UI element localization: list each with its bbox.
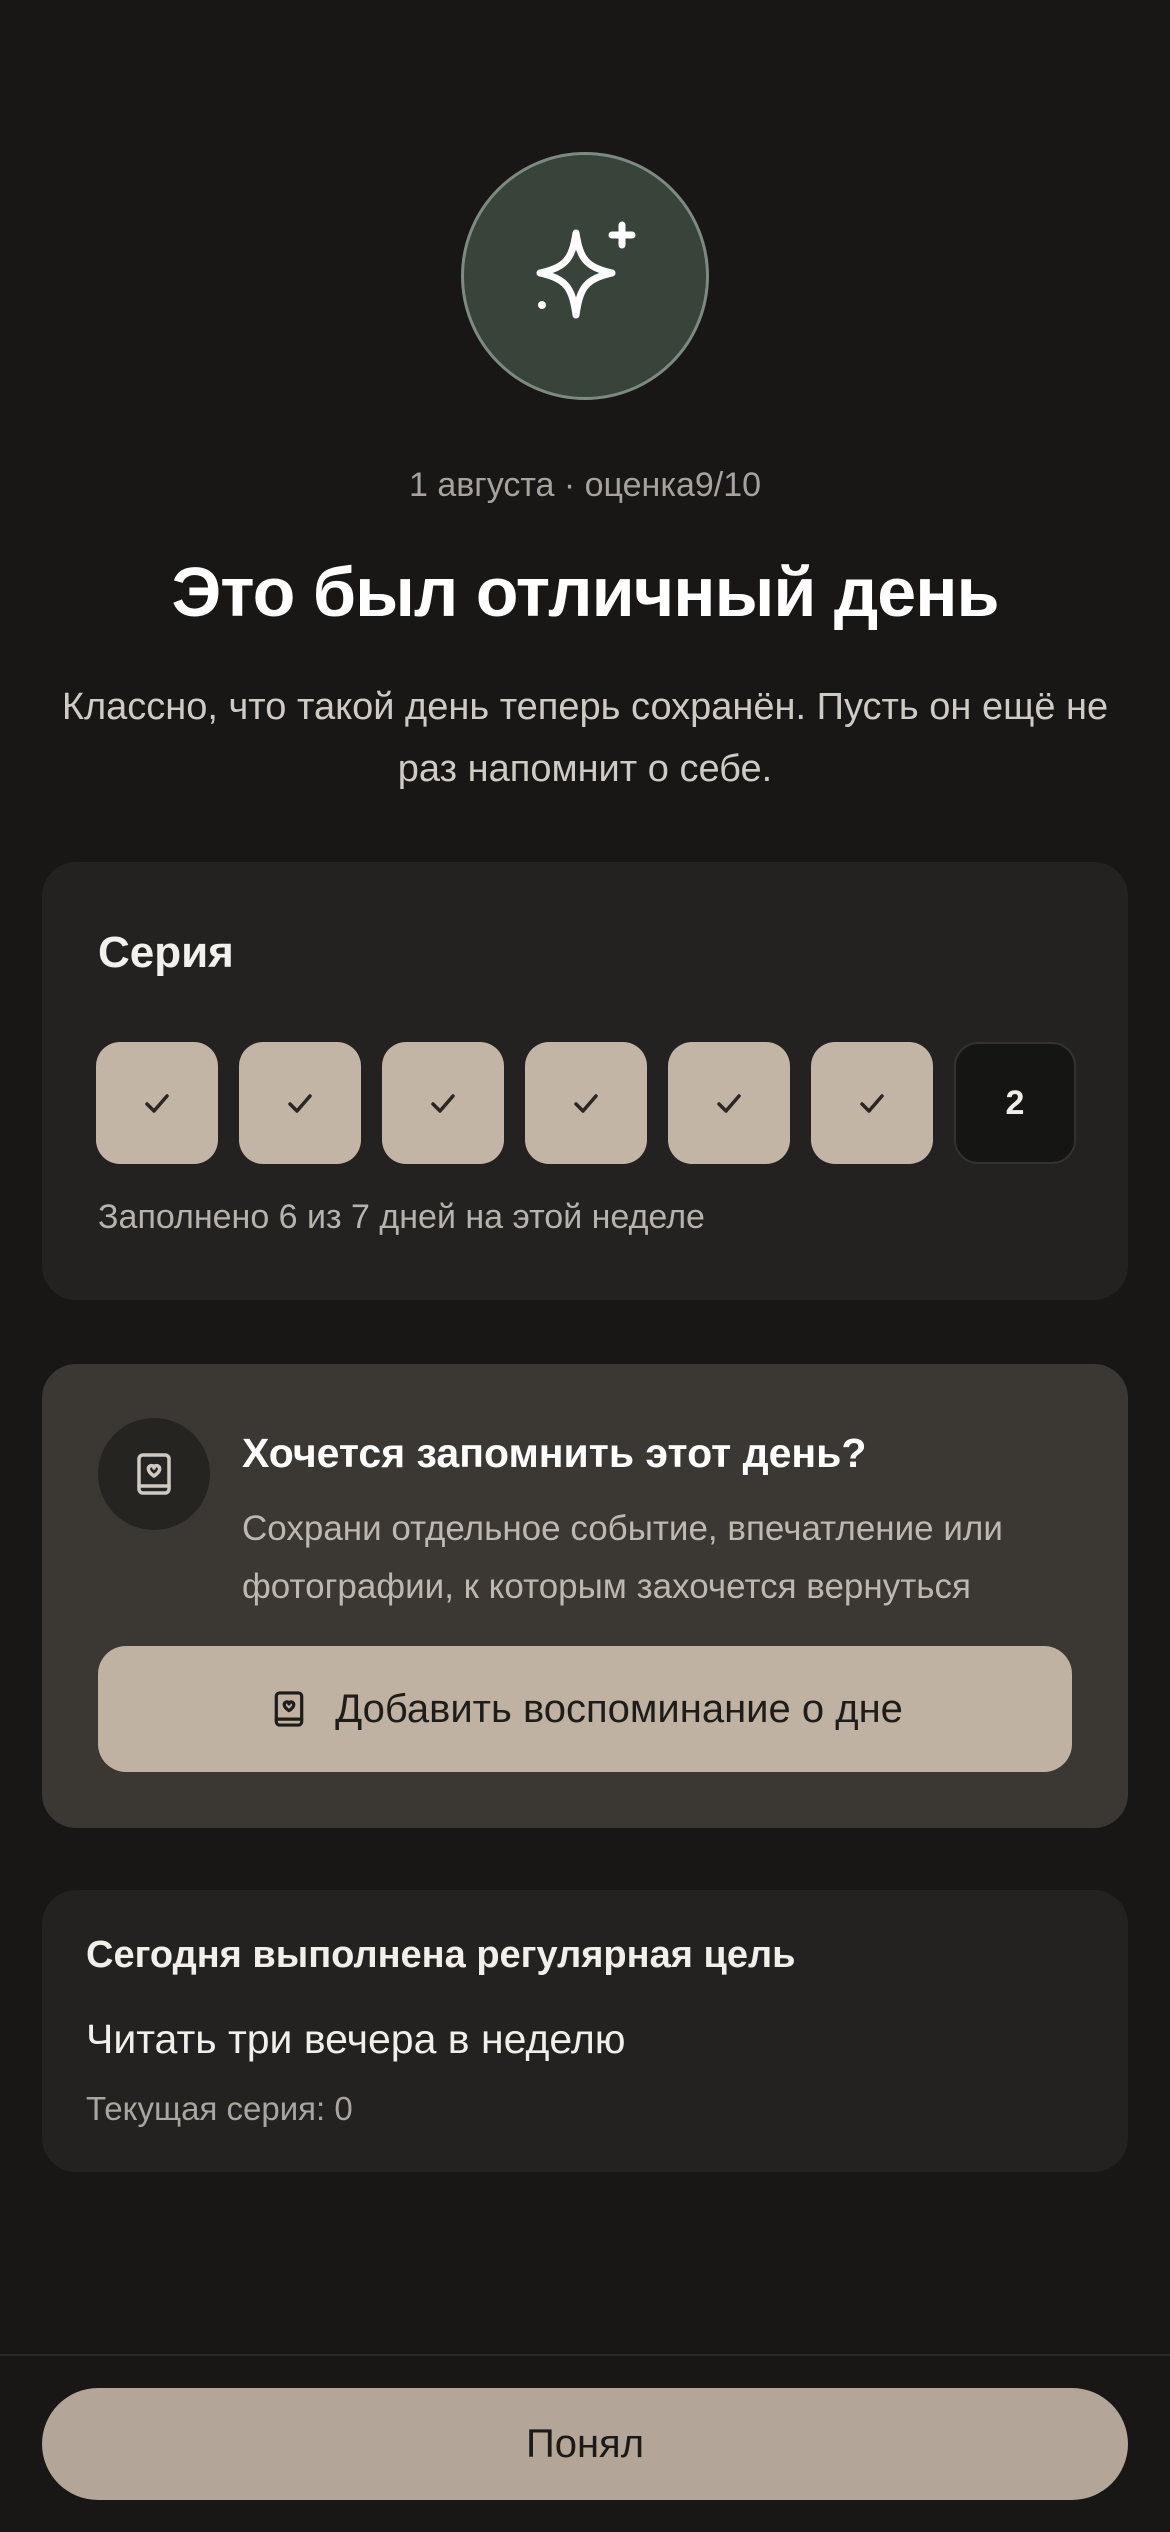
streak-day-5	[668, 1042, 790, 1164]
memory-book-icon	[274, 1691, 304, 1727]
sparkles-icon	[536, 221, 636, 319]
got-it-button-label: Понял	[525, 2421, 645, 2466]
date-rating-meta: 1 августа · оценка9/10	[408, 466, 762, 504]
goal-card: Сегодня выполнена регулярная цель Читать…	[42, 1890, 1128, 2172]
streak-day-3	[382, 1042, 504, 1164]
streak-day-2	[239, 1042, 361, 1164]
streak-days: 2	[96, 1042, 1076, 1164]
memory-description: Сохрани отдельное событие, впечатление и…	[242, 1509, 1003, 1606]
streak-card: Серия 2 Заполнено 6 из 7 дней на этой не…	[42, 862, 1128, 1300]
goal-heading: Сегодня выполнена регулярная цель	[86, 1934, 796, 1976]
add-memory-button[interactable]: Добавить воспоминание о дне	[98, 1646, 1072, 1772]
check-icon	[860, 1094, 884, 1113]
check-icon	[431, 1094, 455, 1113]
memory-card: Хочется запомнить этот день? Сохрани отд…	[42, 1364, 1128, 1828]
check-icon	[717, 1094, 741, 1113]
streak-day-7: 2	[954, 1042, 1076, 1164]
memory-book-icon	[137, 1453, 171, 1495]
goal-current-streak: Текущая серия: 0	[86, 2090, 353, 2127]
page-subtitle: Классно, что такой день теперь сохранён.…	[61, 686, 1109, 790]
day-summary-screen: 1 августа · оценка9/10 Это был отличный …	[0, 0, 1170, 2532]
got-it-button[interactable]: Понял	[42, 2388, 1128, 2500]
streak-day-1	[96, 1042, 218, 1164]
streak-caption: Заполнено 6 из 7 дней на этой неделе	[98, 1198, 705, 1236]
footer-divider	[0, 2354, 1170, 2356]
check-icon	[288, 1094, 312, 1113]
streak-day-6	[811, 1042, 933, 1164]
memory-title: Хочется запомнить этот день?	[242, 1430, 867, 1476]
memory-icon-badge	[98, 1418, 210, 1530]
add-memory-button-label: Добавить воспоминание о дне	[335, 1686, 903, 1731]
streak-day-4	[525, 1042, 647, 1164]
page-title: Это был отличный день	[171, 553, 999, 631]
hero-badge	[461, 152, 709, 400]
streak-title: Серия	[98, 928, 234, 977]
check-icon	[145, 1094, 169, 1113]
streak-day-count: 2	[1005, 1083, 1025, 1122]
check-icon	[574, 1094, 598, 1113]
goal-name: Читать три вечера в неделю	[86, 2016, 626, 2062]
